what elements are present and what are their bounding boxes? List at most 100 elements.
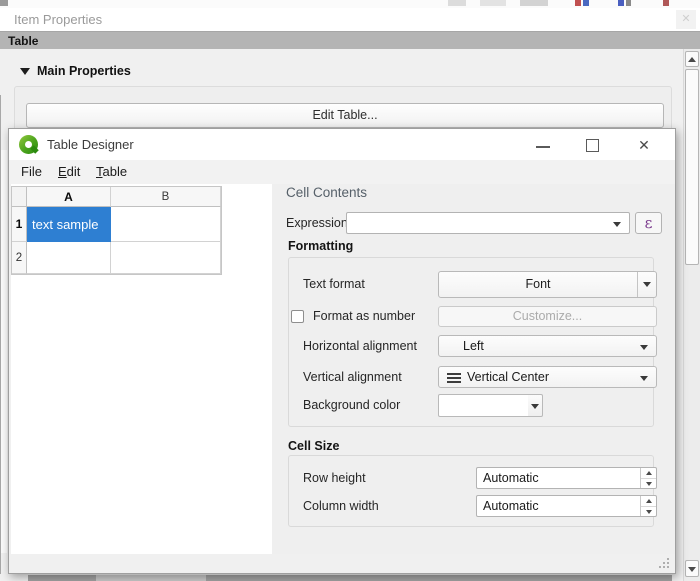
scrollbar-up-button[interactable] xyxy=(685,51,699,67)
menu-edit[interactable]: Edit xyxy=(54,163,84,181)
toolbar-fragment-icon xyxy=(618,0,624,6)
column-width-label: Column width xyxy=(303,495,379,517)
dialog-title: Table Designer xyxy=(47,137,134,152)
column-header-a[interactable]: A xyxy=(27,187,111,207)
background-color-dropdown-button[interactable] xyxy=(528,394,543,417)
column-width-value: Automatic xyxy=(483,496,539,516)
epsilon-icon: ε xyxy=(645,214,653,232)
section-title-bar: Table xyxy=(0,31,700,49)
toolbar-fragment-icon xyxy=(663,0,669,6)
scrollbar-down-icon xyxy=(688,567,696,572)
scrollbar-down-button[interactable] xyxy=(685,560,699,577)
spreadsheet-area: A B 1 2 text sample xyxy=(11,184,272,554)
toolbar-fragment-icon xyxy=(626,0,631,6)
horizontal-alignment-value: Left xyxy=(463,336,484,356)
expression-label: Expression xyxy=(286,212,348,234)
chevron-down-icon xyxy=(643,282,651,287)
table-designer-dialog: Table Designer ✕ File Edit Table A B 1 2… xyxy=(8,128,676,574)
row-height-value: Automatic xyxy=(483,468,539,488)
resize-grip-icon[interactable] xyxy=(655,557,671,571)
vertical-alignment-value: Vertical Center xyxy=(467,367,549,387)
panel-title: Item Properties xyxy=(14,12,102,27)
row-height-label: Row height xyxy=(303,467,366,489)
cell-a1-selected[interactable]: text sample xyxy=(27,207,111,242)
main-properties-heading: Main Properties xyxy=(37,64,131,78)
dialog-titlebar[interactable]: Table Designer ✕ xyxy=(9,129,675,160)
maximize-icon xyxy=(586,139,599,152)
scrollbar-thumb[interactable] xyxy=(685,69,699,265)
cell-size-heading: Cell Size xyxy=(288,439,339,453)
spinner-up-icon xyxy=(646,471,652,475)
collapse-triangle-icon[interactable] xyxy=(20,68,30,75)
format-as-number-label: Format as number xyxy=(313,306,415,327)
minimize-icon xyxy=(536,146,550,148)
cell-a2[interactable] xyxy=(27,242,111,274)
row-header-1[interactable]: 1 xyxy=(12,207,27,242)
chevron-down-icon xyxy=(531,404,539,409)
spinner-buttons xyxy=(640,468,656,488)
toolbar-fragment-icon xyxy=(520,0,548,6)
toolbar-fragment-icon xyxy=(480,0,506,6)
toolbar-fragment-icon xyxy=(448,0,466,6)
column-header-b[interactable]: B xyxy=(111,187,221,207)
underlying-groupbox-strip xyxy=(1,150,7,553)
chevron-down-icon xyxy=(640,345,648,350)
underlying-section-bar-segment xyxy=(96,575,206,581)
spinner-down-button[interactable] xyxy=(641,506,656,516)
spinner-up-button[interactable] xyxy=(641,496,656,506)
cell-contents-heading: Cell Contents xyxy=(286,185,367,200)
align-vertical-center-icon xyxy=(447,373,461,383)
chevron-down-icon[interactable] xyxy=(613,222,621,227)
scrollbar-up-icon xyxy=(688,57,696,62)
text-format-label: Text format xyxy=(303,271,365,298)
chevron-down-icon xyxy=(640,376,648,381)
format-as-number-checkbox[interactable] xyxy=(291,310,304,323)
column-width-spinbox[interactable]: Automatic xyxy=(476,495,657,517)
spinner-up-icon xyxy=(646,499,652,503)
vertical-alignment-label: Vertical alignment xyxy=(303,366,402,388)
expression-combobox[interactable] xyxy=(346,212,630,234)
minimize-button[interactable] xyxy=(529,133,557,157)
toolbar-fragment-icon xyxy=(583,0,589,6)
vertical-alignment-combobox[interactable]: Vertical Center xyxy=(438,366,657,388)
spinner-down-icon xyxy=(646,510,652,514)
cell-b1[interactable] xyxy=(111,207,221,242)
spinner-down-button[interactable] xyxy=(641,478,656,488)
toolbar-fragment-icon xyxy=(0,0,8,6)
grid-corner-cell[interactable] xyxy=(12,187,27,207)
font-dropdown-button[interactable] xyxy=(637,272,656,297)
horizontal-alignment-label: Horizontal alignment xyxy=(303,335,417,357)
close-icon: ✕ xyxy=(681,13,690,25)
item-properties-header: Item Properties ✕ xyxy=(0,8,700,31)
vertical-scrollbar[interactable] xyxy=(683,49,700,581)
expression-input[interactable] xyxy=(349,214,607,232)
background-color-label: Background color xyxy=(303,394,400,417)
qgis-logo-icon xyxy=(19,135,38,154)
spreadsheet-grid: A B 1 2 text sample xyxy=(11,186,222,275)
spinner-down-icon xyxy=(646,482,652,486)
section-title: Table xyxy=(8,34,38,48)
spinner-buttons xyxy=(640,496,656,516)
dialog-menubar: File Edit Table xyxy=(9,160,675,184)
edit-table-button[interactable]: Edit Table... xyxy=(26,103,664,128)
menu-file[interactable]: File xyxy=(17,163,46,181)
expression-builder-button[interactable]: ε xyxy=(635,212,662,234)
row-height-spinbox[interactable]: Automatic xyxy=(476,467,657,489)
row-header-2[interactable]: 2 xyxy=(12,242,27,274)
spinner-up-button[interactable] xyxy=(641,468,656,478)
cell-b2[interactable] xyxy=(111,242,221,274)
cropped-toolbar-strip xyxy=(0,0,700,8)
close-icon: ✕ xyxy=(638,137,650,153)
toolbar-fragment-icon xyxy=(575,0,581,6)
font-button[interactable]: Font xyxy=(438,271,657,298)
dialog-close-button[interactable]: ✕ xyxy=(630,133,658,157)
panel-close-button[interactable]: ✕ xyxy=(676,10,696,29)
maximize-button[interactable] xyxy=(579,133,607,157)
screen: { "panel": { "title": "Item Properties",… xyxy=(0,0,700,581)
horizontal-alignment-combobox[interactable]: Left xyxy=(438,335,657,357)
background-color-swatch[interactable] xyxy=(438,394,529,417)
customize-button-disabled[interactable]: Customize... xyxy=(438,306,657,327)
formatting-heading: Formatting xyxy=(288,239,353,253)
font-button-label: Font xyxy=(439,272,637,297)
menu-table[interactable]: Table xyxy=(92,163,131,181)
